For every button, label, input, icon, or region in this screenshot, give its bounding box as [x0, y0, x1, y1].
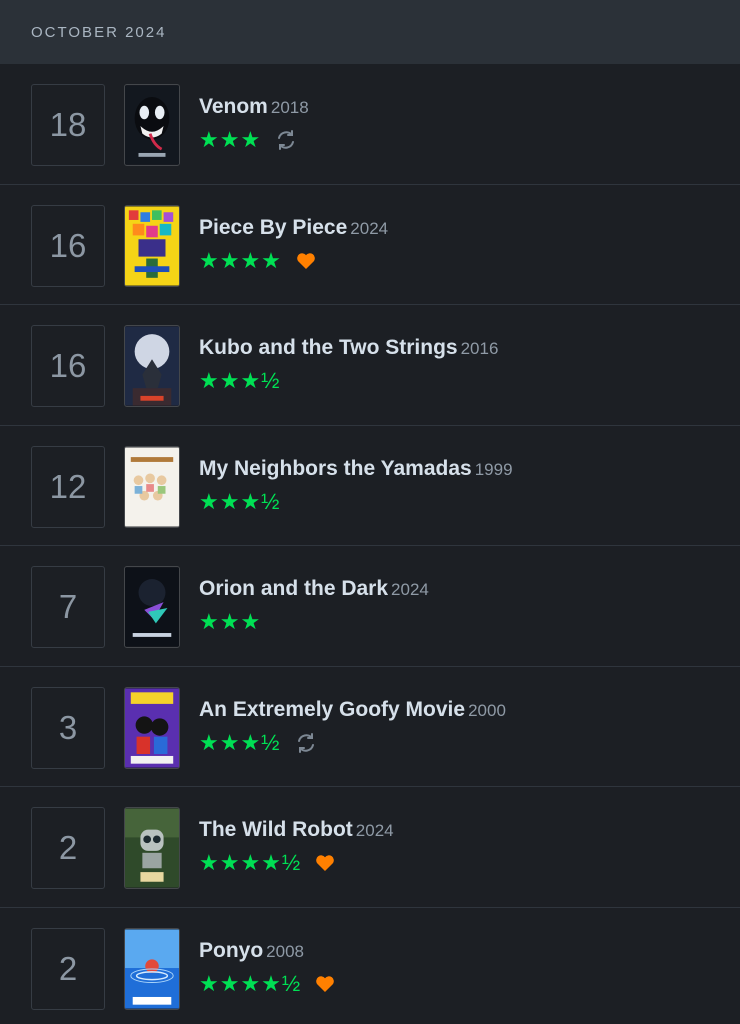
- film-meta: ★★★★: [199, 247, 732, 273]
- star-rating: ★★★★½: [199, 850, 302, 875]
- diary-entry[interactable]: 7 Orion and the Dark 2024 ★★★: [0, 546, 740, 667]
- wild-robot-poster[interactable]: [124, 807, 180, 889]
- diary-entry[interactable]: 2 Ponyo 2008 ★★★★½: [0, 908, 740, 1024]
- film-title[interactable]: An Extremely Goofy Movie: [199, 698, 465, 721]
- diary-list: 18 Venom 2018 ★★★ 16 Piece By Piece 2024 ★…: [0, 64, 740, 1024]
- piece-by-piece-poster[interactable]: [124, 204, 180, 287]
- diary-entry[interactable]: 2 The Wild Robot 2024 ★★★★½: [0, 787, 740, 908]
- film-year[interactable]: 2000: [468, 701, 506, 720]
- film-info: An Extremely Goofy Movie 2000 ★★★½: [199, 697, 732, 755]
- film-year[interactable]: 1999: [475, 460, 513, 479]
- day-number[interactable]: 3: [31, 686, 105, 769]
- film-meta: ★★★½: [199, 369, 732, 393]
- star-rating: ★★★: [199, 609, 262, 634]
- diary-entry[interactable]: 16 Kubo and the Two Strings 2016 ★★★½: [0, 305, 740, 426]
- day-number[interactable]: 2: [31, 807, 105, 889]
- heart-icon: [315, 854, 335, 872]
- film-title[interactable]: The Wild Robot: [199, 818, 353, 841]
- film-meta: ★★★★½: [199, 851, 732, 875]
- day-number[interactable]: 2: [31, 927, 105, 1010]
- goofy-poster[interactable]: [124, 686, 180, 769]
- star-rating: ★★★½: [199, 729, 281, 755]
- star-rating: ★★★: [199, 127, 262, 152]
- diary-entry[interactable]: 16 Piece By Piece 2024 ★★★★: [0, 185, 740, 305]
- film-title[interactable]: Orion and the Dark: [199, 577, 388, 600]
- film-info: Ponyo 2008 ★★★★½: [199, 938, 732, 996]
- film-title[interactable]: Venom: [199, 95, 268, 118]
- day-number[interactable]: 16: [31, 204, 105, 287]
- rewatch-icon: [275, 129, 297, 151]
- venom-poster[interactable]: [124, 84, 180, 166]
- star-rating: ★★★★½: [199, 970, 302, 996]
- film-meta: ★★★½: [199, 488, 732, 514]
- ponyo-poster[interactable]: [124, 927, 180, 1010]
- day-number[interactable]: 16: [31, 325, 105, 407]
- star-rating: ★★★½: [199, 368, 281, 393]
- film-year[interactable]: 2024: [356, 821, 394, 840]
- month-header: OCTOBER 2024: [0, 0, 740, 64]
- rewatch-icon: [295, 732, 317, 754]
- diary-entry[interactable]: 18 Venom 2018 ★★★: [0, 64, 740, 185]
- film-meta: ★★★★½: [199, 970, 732, 996]
- day-number[interactable]: 12: [31, 445, 105, 528]
- heart-icon: [315, 975, 335, 993]
- month-label: OCTOBER 2024: [31, 23, 167, 41]
- film-title[interactable]: Kubo and the Two Strings: [199, 336, 458, 359]
- film-meta: ★★★: [199, 128, 732, 152]
- star-rating: ★★★½: [199, 488, 281, 514]
- film-year[interactable]: 2016: [461, 339, 499, 358]
- film-year[interactable]: 2008: [266, 942, 304, 961]
- diary-entry[interactable]: 3 An Extremely Goofy Movie 2000 ★★★½: [0, 667, 740, 787]
- film-meta: ★★★: [199, 610, 732, 634]
- film-title[interactable]: My Neighbors the Yamadas: [199, 457, 472, 480]
- film-year[interactable]: 2024: [350, 219, 388, 238]
- heart-icon: [296, 252, 316, 270]
- film-title[interactable]: Ponyo: [199, 939, 263, 962]
- day-number[interactable]: 7: [31, 566, 105, 648]
- film-info: Piece By Piece 2024 ★★★★: [199, 215, 732, 273]
- diary-entry[interactable]: 12 My Neighbors the Yamadas 1999 ★★★½: [0, 426, 740, 546]
- star-rating: ★★★★: [199, 247, 282, 273]
- orion-poster[interactable]: [124, 566, 180, 648]
- film-info: Orion and the Dark 2024 ★★★: [199, 576, 732, 634]
- yamadas-poster[interactable]: [124, 445, 180, 528]
- film-info: Kubo and the Two Strings 2016 ★★★½: [199, 335, 732, 393]
- film-title[interactable]: Piece By Piece: [199, 216, 347, 239]
- kubo-poster[interactable]: [124, 325, 180, 407]
- film-info: Venom 2018 ★★★: [199, 94, 732, 152]
- film-info: The Wild Robot 2024 ★★★★½: [199, 817, 732, 875]
- film-meta: ★★★½: [199, 729, 732, 755]
- film-info: My Neighbors the Yamadas 1999 ★★★½: [199, 456, 732, 514]
- day-number[interactable]: 18: [31, 84, 105, 166]
- film-year[interactable]: 2024: [391, 580, 429, 599]
- film-year[interactable]: 2018: [271, 98, 309, 117]
